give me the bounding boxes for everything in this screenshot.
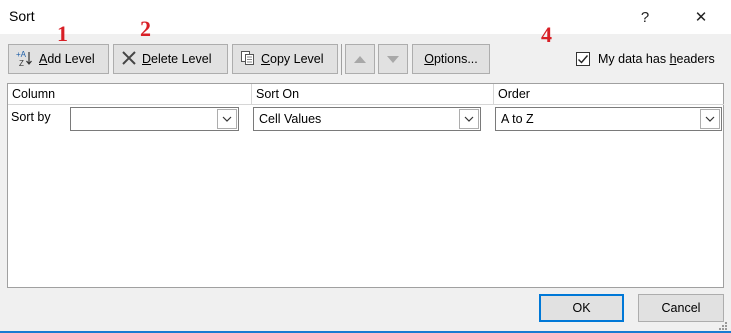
delete-level-label: Delete Level	[142, 52, 212, 66]
add-level-icon: +A Z	[16, 49, 34, 70]
my-data-has-headers-checkbox[interactable]: My data has headers	[576, 52, 715, 66]
move-up-icon	[354, 55, 366, 63]
move-down-icon	[387, 55, 399, 63]
order-dropdown[interactable]: A to Z	[495, 107, 722, 131]
sort-on-dropdown[interactable]: Cell Values	[253, 107, 481, 131]
order-header: Order	[498, 87, 530, 101]
add-level-label: Add Level	[39, 52, 95, 66]
copy-icon	[240, 50, 256, 69]
sort-on-value: Cell Values	[259, 112, 322, 126]
sort-by-label: Sort by	[11, 110, 51, 124]
order-value: A to Z	[501, 112, 534, 126]
cancel-button[interactable]: Cancel	[638, 294, 724, 322]
column-dropdown[interactable]	[70, 107, 239, 131]
options-label: Options...	[424, 52, 478, 66]
headers-checkbox-label: My data has headers	[598, 52, 715, 66]
help-button[interactable]: ?	[630, 4, 660, 30]
copy-level-button[interactable]: Copy Level	[232, 44, 338, 74]
svg-text:Z: Z	[19, 59, 24, 67]
annotation-1: 1	[57, 21, 68, 46]
chevron-down-icon[interactable]	[700, 109, 720, 129]
column-header: Column	[8, 84, 252, 104]
dialog-title: Sort	[9, 8, 35, 24]
annotation-2: 2	[140, 16, 151, 41]
copy-level-label: Copy Level	[261, 52, 324, 66]
annotation-4: 4	[541, 22, 552, 47]
ok-button[interactable]: OK	[539, 294, 624, 322]
title-bar: Sort ? ✕	[0, 0, 731, 34]
resize-grip-icon[interactable]	[718, 320, 728, 330]
svg-text:+A: +A	[16, 50, 27, 59]
close-button[interactable]: ✕	[686, 4, 716, 30]
options-button[interactable]: Options...	[412, 44, 490, 74]
add-level-button[interactable]: +A Z Add Level	[8, 44, 109, 74]
chevron-down-icon[interactable]	[459, 109, 479, 129]
move-down-button[interactable]	[378, 44, 408, 74]
delete-level-button[interactable]: Delete Level	[113, 44, 228, 74]
sort-on-header: Sort On	[252, 84, 494, 104]
chevron-down-icon[interactable]	[217, 109, 237, 129]
move-up-button[interactable]	[345, 44, 375, 74]
delete-x-icon	[121, 50, 137, 69]
sort-levels-grid: Column Sort On Order Sort by Cell Values…	[7, 83, 724, 288]
toolbar-separator	[341, 44, 342, 75]
checkbox-check-icon[interactable]	[576, 52, 590, 66]
header-divider	[8, 104, 724, 105]
